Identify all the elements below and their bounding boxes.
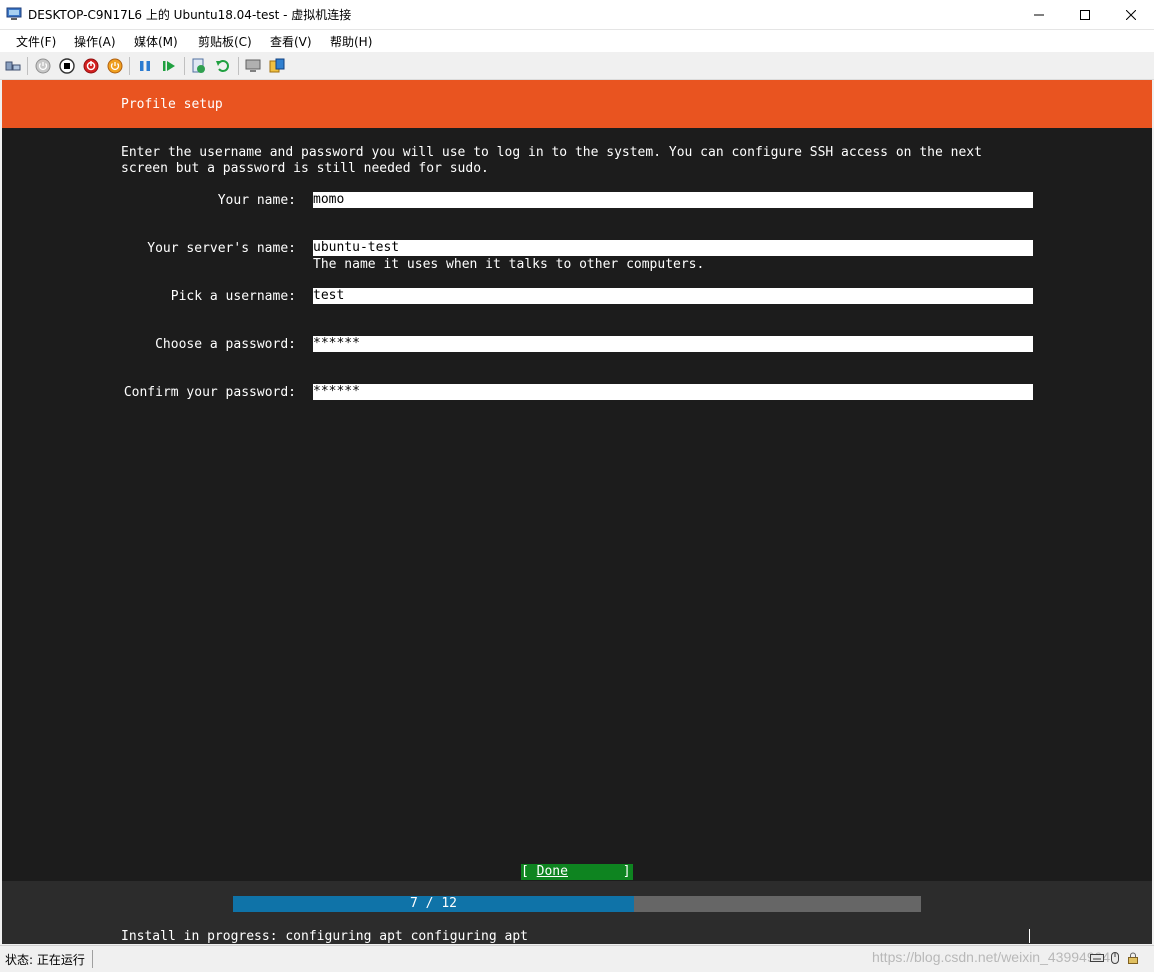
vm-state-text: 状态: 正在运行 <box>5 953 85 967</box>
menu-bar: 文件(F) 操作(A) 媒体(M) 剪贴板(C) 查看(V) 帮助(H) <box>0 30 1154 52</box>
server-name-input[interactable]: ubuntu-test <box>313 240 1033 256</box>
status-bar: 状态: 正在运行 https://blog.csdn.net/weixin_43… <box>0 945 1154 972</box>
pause-icon <box>139 60 150 71</box>
lock-icon <box>1128 952 1138 964</box>
share-button[interactable] <box>268 57 285 74</box>
toolbar-separator <box>184 57 185 75</box>
ctrl-alt-del-button[interactable] <box>4 57 21 74</box>
done-button[interactable]: [ Done ] <box>521 864 633 880</box>
menu-clipboard[interactable]: 剪贴板(C) <box>198 33 252 50</box>
toolbar-separator <box>129 57 130 75</box>
title-bar: DESKTOP-C9N17L6 上的 Ubuntu18.04-test - 虚拟… <box>0 0 1154 30</box>
toolbar <box>0 52 1154 80</box>
save-state-button[interactable] <box>106 57 123 74</box>
menu-view[interactable]: 查看(V) <box>270 33 312 50</box>
status-separator <box>92 950 93 968</box>
maximize-button[interactable] <box>1062 0 1108 29</box>
name-label: Your name: <box>217 193 296 208</box>
confirm-password-input[interactable]: ****** <box>313 384 1033 400</box>
close-icon <box>1126 9 1136 20</box>
done-bracket-close: ] <box>567 864 631 879</box>
keyboard-icon <box>1090 954 1104 962</box>
share-icon <box>269 58 284 72</box>
pause-button[interactable] <box>136 57 153 74</box>
progress-text: 7 / 12 <box>410 896 457 911</box>
turn-off-icon <box>58 57 75 74</box>
install-progress-bar: 7 / 12 <box>233 896 921 912</box>
menu-file[interactable]: 文件(F) <box>16 33 56 50</box>
name-input[interactable]: momo <box>313 192 1033 208</box>
text-cursor <box>1029 929 1030 943</box>
resume-button[interactable] <box>160 57 177 74</box>
ctrl-alt-del-icon <box>5 61 20 70</box>
window-title: DESKTOP-C9N17L6 上的 Ubuntu18.04-test - 虚拟… <box>28 8 352 22</box>
vm-connect-icon <box>6 7 22 20</box>
server-name-help: The name it uses when it talks to other … <box>313 257 705 272</box>
installer-header: Profile setup <box>2 80 1152 128</box>
menu-media[interactable]: 媒体(M) <box>134 33 178 50</box>
revert-button[interactable] <box>214 57 231 74</box>
toolbar-separator <box>27 57 28 75</box>
username-label: Pick a username: <box>170 289 296 304</box>
checkpoint-button[interactable] <box>190 57 207 74</box>
menu-action[interactable]: 操作(A) <box>74 33 116 50</box>
vm-console[interactable]: Profile setup Enter the username and pas… <box>2 80 1152 944</box>
start-button[interactable] <box>34 57 51 74</box>
confirm-password-label: Confirm your password: <box>123 385 296 400</box>
mouse-icon <box>1111 952 1119 964</box>
minimize-button[interactable] <box>1016 0 1062 29</box>
close-button[interactable] <box>1108 0 1154 29</box>
turn-off-button[interactable] <box>58 57 75 74</box>
maximize-icon <box>1080 9 1090 20</box>
page-title: Profile setup <box>121 97 223 112</box>
username-input[interactable]: test <box>313 288 1033 304</box>
shutdown-icon <box>83 58 98 73</box>
enhanced-session-button[interactable] <box>244 57 261 74</box>
install-status-text: Install in progress: configuring apt con… <box>121 929 528 944</box>
revert-icon <box>215 59 229 72</box>
save-icon <box>107 58 122 73</box>
intro-line-1: Enter the username and password you will… <box>121 145 982 160</box>
done-bracket-open: [ <box>521 864 537 879</box>
minimize-icon <box>1034 14 1044 15</box>
menu-help[interactable]: 帮助(H) <box>330 33 372 50</box>
intro-text: Enter the username and password you will… <box>121 145 982 177</box>
progress-fill: 7 / 12 <box>233 896 634 912</box>
intro-line-2: screen but a password is still needed fo… <box>121 161 489 176</box>
resume-icon <box>162 60 175 71</box>
start-icon <box>35 58 50 73</box>
watermark: https://blog.csdn.net/weixin_43994994 <box>872 949 1111 965</box>
enhanced-session-icon <box>245 59 260 72</box>
password-input[interactable]: ****** <box>313 336 1033 352</box>
done-label: Done <box>536 864 568 879</box>
checkpoint-icon <box>192 58 205 73</box>
toolbar-separator <box>238 57 239 75</box>
password-label: Choose a password: <box>155 337 296 352</box>
server-name-label: Your server's name: <box>147 241 296 256</box>
shutdown-button[interactable] <box>82 57 99 74</box>
